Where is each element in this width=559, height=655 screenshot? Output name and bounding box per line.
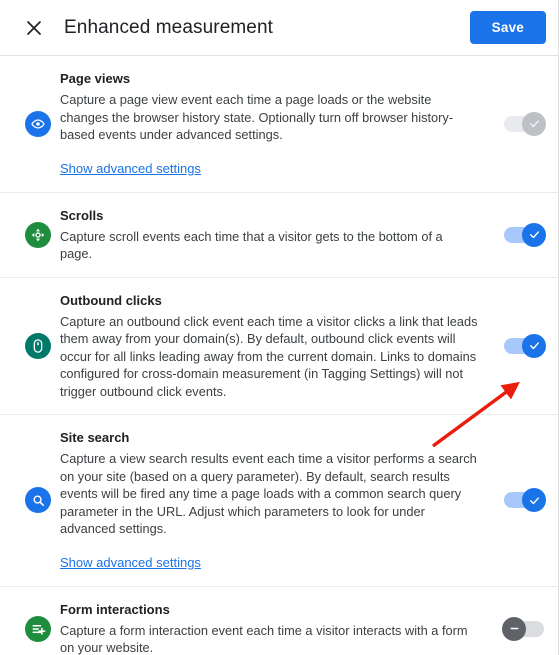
row-toggle-cell xyxy=(492,222,546,247)
row-body: Form interactions Capture a form interac… xyxy=(60,601,492,655)
toggle-knob xyxy=(522,333,546,358)
scrolls-toggle[interactable] xyxy=(504,222,546,247)
form-plus-icon xyxy=(25,615,51,642)
setting-row-page-views: Page views Capture a page view event eac… xyxy=(0,56,558,193)
close-icon[interactable] xyxy=(20,14,48,42)
minus-icon xyxy=(510,627,518,630)
outbound-clicks-toggle[interactable] xyxy=(504,333,546,358)
move-arrows-icon xyxy=(25,221,51,248)
setting-description: Capture an outbound click event each tim… xyxy=(60,313,478,399)
site-search-toggle[interactable] xyxy=(504,488,546,513)
row-icon-cell xyxy=(16,110,60,137)
setting-description: Capture a view search results event each… xyxy=(60,451,477,536)
panel-header: Enhanced measurement Save xyxy=(0,0,558,56)
row-body: Page views Capture a page view event eac… xyxy=(60,70,492,178)
row-body: Outbound clicks Capture an outbound clic… xyxy=(60,292,492,401)
setting-title: Form interactions xyxy=(60,601,170,617)
toggle-knob xyxy=(522,222,546,247)
toggle-knob xyxy=(522,111,546,136)
mouse-icon xyxy=(25,332,51,359)
enhanced-measurement-panel: Enhanced measurement Save Page views Cap… xyxy=(0,0,559,655)
setting-title: Page views xyxy=(60,71,131,86)
row-toggle-cell xyxy=(492,111,546,136)
setting-row-scrolls: Scrolls Capture scroll events each time … xyxy=(0,193,558,278)
page-views-toggle xyxy=(504,111,546,136)
setting-row-site-search: Site search Capture a view search result… xyxy=(0,415,558,587)
setting-title: Scrolls xyxy=(60,207,104,223)
row-icon-cell xyxy=(16,332,60,359)
setting-row-form-interactions: Form interactions Capture a form interac… xyxy=(0,587,558,655)
settings-list: Page views Capture a page view event eac… xyxy=(0,56,558,655)
eye-icon xyxy=(25,110,51,137)
check-icon xyxy=(529,120,539,128)
row-icon-cell xyxy=(16,487,60,514)
row-body: Scrolls Capture scroll events each time … xyxy=(60,207,492,263)
setting-description: Capture a form interaction event each ti… xyxy=(60,622,468,655)
check-icon xyxy=(529,497,539,504)
row-icon-cell xyxy=(16,615,60,642)
check-icon xyxy=(529,342,539,350)
setting-description: Capture a page view event each time a pa… xyxy=(60,92,454,142)
setting-description: Capture scroll events each time that a v… xyxy=(60,228,443,262)
setting-title: Outbound clicks xyxy=(60,292,162,308)
setting-title: Site search xyxy=(60,430,130,445)
show-advanced-settings-link-site-search[interactable]: Show advanced settings xyxy=(60,555,201,570)
toggle-knob xyxy=(522,488,546,513)
row-body: Site search Capture a view search result… xyxy=(60,429,492,572)
row-toggle-cell xyxy=(492,333,546,358)
save-button[interactable]: Save xyxy=(469,11,546,44)
form-interactions-toggle[interactable] xyxy=(502,616,544,641)
row-toggle-cell xyxy=(492,616,544,641)
page-title: Enhanced measurement xyxy=(64,16,274,38)
toggle-knob xyxy=(502,616,526,641)
check-icon xyxy=(529,231,539,239)
setting-row-outbound-clicks: Outbound clicks Capture an outbound clic… xyxy=(0,278,558,415)
search-icon xyxy=(25,487,51,514)
row-toggle-cell xyxy=(492,488,546,513)
row-icon-cell xyxy=(16,221,60,248)
show-advanced-settings-link-page-views[interactable]: Show advanced settings xyxy=(60,161,201,176)
